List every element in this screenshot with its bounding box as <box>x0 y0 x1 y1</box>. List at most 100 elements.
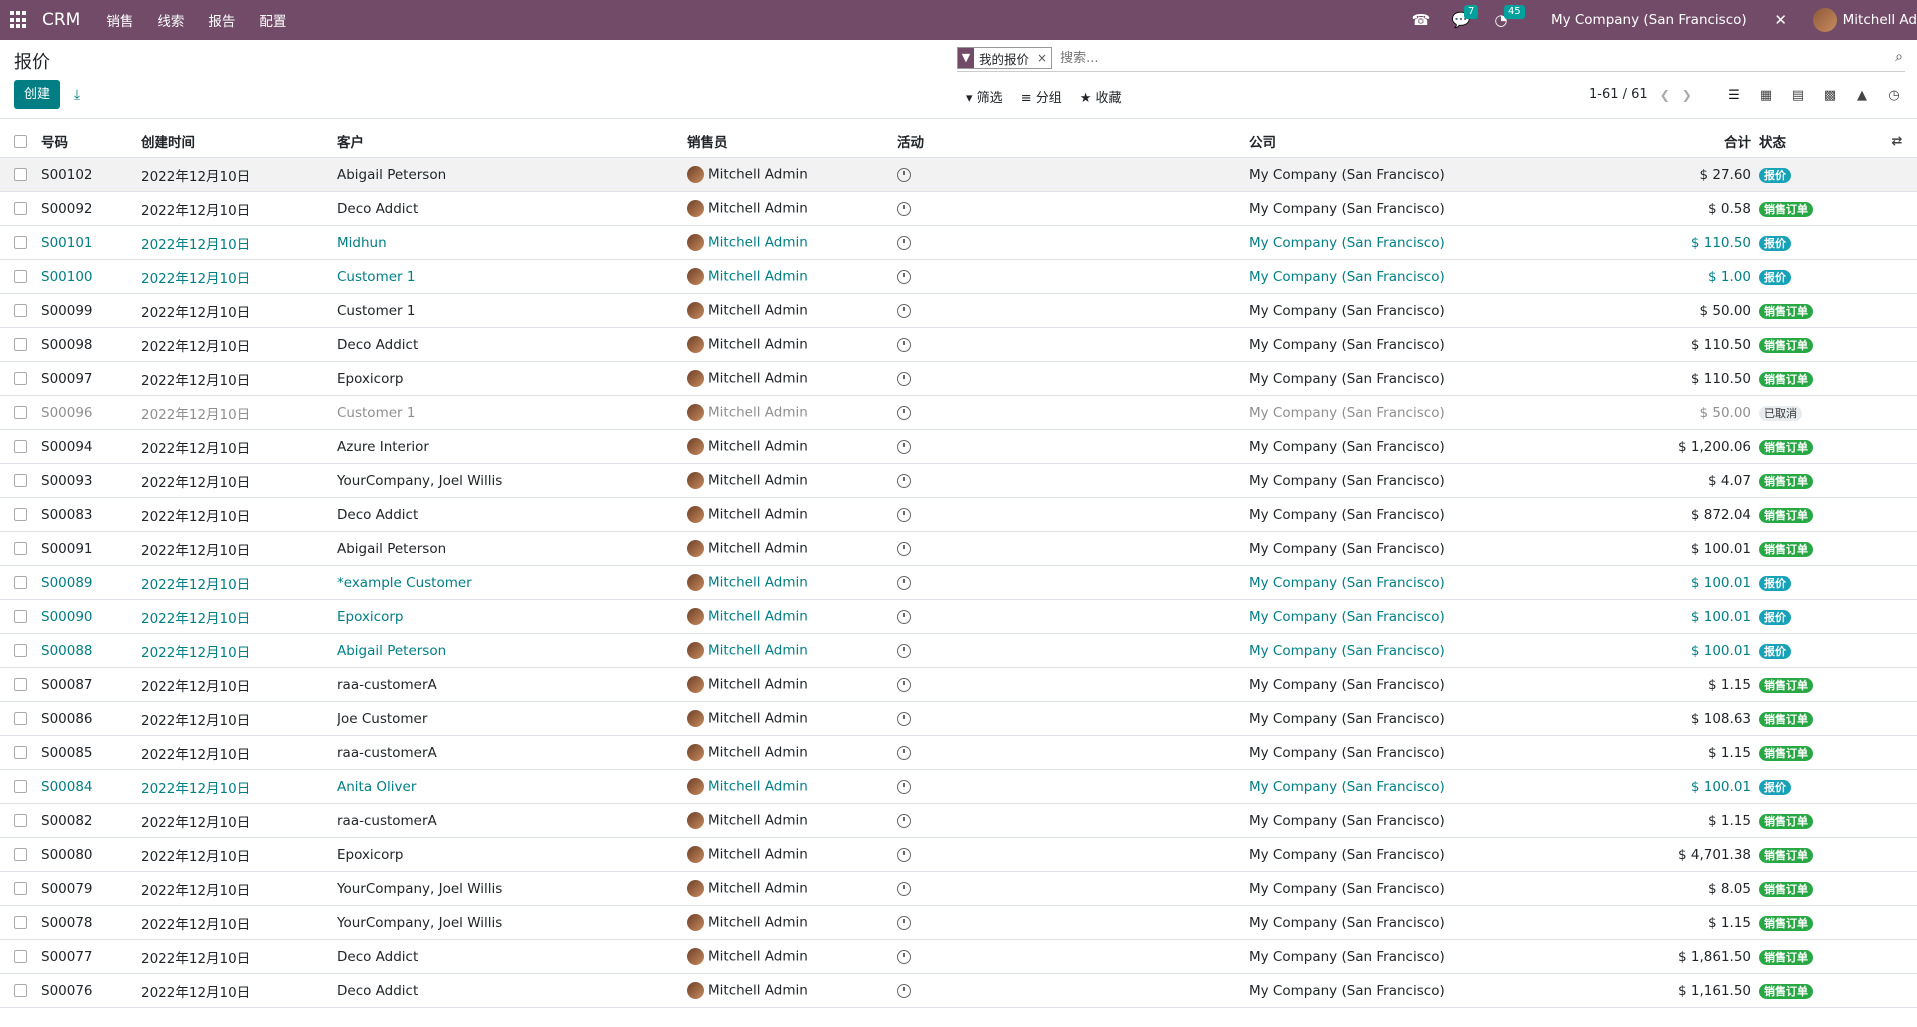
table-row[interactable]: S00097 2022年12月10日 Epoxicorp Mitchell Admin… <box>0 361 1917 396</box>
row-checkbox[interactable] <box>14 338 27 351</box>
table-row[interactable]: S00077 2022年12月10日 Deco Addict Mitchell Adm… <box>0 939 1917 974</box>
activity-clock-icon[interactable] <box>897 269 911 284</box>
header-company[interactable]: 公司 <box>1249 125 1659 158</box>
table-row[interactable]: S00098 2022年12月10日 Deco Addict Mitchell Adm… <box>0 327 1917 362</box>
activity-view-icon[interactable]: ◷ <box>1878 84 1910 108</box>
header-customer[interactable]: 客户 <box>337 125 687 158</box>
header-number[interactable]: 号码 <box>41 125 141 158</box>
create-button[interactable]: 创建 <box>14 80 61 109</box>
table-row[interactable]: S00088 2022年12月10日 Abigail Peterson Mitchel… <box>0 633 1917 668</box>
header-status[interactable]: 状态 <box>1759 125 1877 158</box>
row-checkbox[interactable] <box>14 304 27 317</box>
group-by-button[interactable]: ≡ 分组 <box>1021 87 1062 106</box>
activity-clock-icon[interactable] <box>897 201 911 216</box>
row-checkbox[interactable] <box>14 406 27 419</box>
row-checkbox[interactable] <box>14 440 27 453</box>
activity-clock-icon[interactable] <box>897 541 911 556</box>
row-checkbox[interactable] <box>14 542 27 555</box>
row-checkbox[interactable] <box>14 950 27 963</box>
activity-clock-icon[interactable] <box>897 609 911 624</box>
activity-clock-icon[interactable] <box>897 813 911 828</box>
row-checkbox[interactable] <box>14 270 27 283</box>
phone-icon[interactable]: ☎ <box>1411 11 1431 29</box>
calendar-view-icon[interactable]: ▤ <box>1782 84 1814 108</box>
header-salesperson[interactable]: 销售员 <box>687 125 897 158</box>
apps-menu-icon[interactable] <box>10 11 28 29</box>
row-checkbox[interactable] <box>14 882 27 895</box>
activity-clock-icon[interactable] <box>897 235 911 250</box>
row-checkbox[interactable] <box>14 712 27 725</box>
activity-clock-icon[interactable] <box>897 507 911 522</box>
menu-leads[interactable]: 线索 <box>157 10 184 30</box>
activity-clock-icon[interactable] <box>897 303 911 318</box>
activity-clock-icon[interactable] <box>897 881 911 896</box>
row-checkbox[interactable] <box>14 848 27 861</box>
menu-config[interactable]: 配置 <box>259 10 286 30</box>
row-checkbox[interactable] <box>14 202 27 215</box>
activities-icon[interactable]: ◔ 45 <box>1491 5 1525 29</box>
activity-clock-icon[interactable] <box>897 711 911 726</box>
activity-clock-icon[interactable] <box>897 643 911 658</box>
activity-clock-icon[interactable] <box>897 677 911 692</box>
optional-columns-icon[interactable]: ⇄ <box>1877 125 1917 158</box>
row-checkbox[interactable] <box>14 678 27 691</box>
debug-tools-icon[interactable]: ✕ <box>1771 11 1791 29</box>
row-checkbox[interactable] <box>14 984 27 997</box>
table-row[interactable]: S00092 2022年12月10日 Deco Addict Mitchell Adm… <box>0 191 1917 226</box>
activity-clock-icon[interactable] <box>897 337 911 352</box>
activity-clock-icon[interactable] <box>897 779 911 794</box>
table-row[interactable]: S00091 2022年12月10日 Abigail Peterson Mitchel… <box>0 531 1917 566</box>
activity-clock-icon[interactable] <box>897 915 911 930</box>
table-row[interactable]: S00100 2022年12月10日 Customer 1 Mitchell Admi… <box>0 259 1917 294</box>
row-checkbox[interactable] <box>14 236 27 249</box>
activity-clock-icon[interactable] <box>897 983 911 998</box>
table-row[interactable]: S00080 2022年12月10日 Epoxicorp Mitchell Admin… <box>0 837 1917 872</box>
activity-clock-icon[interactable] <box>897 745 911 760</box>
user-avatar[interactable] <box>1812 8 1837 32</box>
download-icon[interactable]: ⤓ <box>66 84 88 106</box>
row-checkbox[interactable] <box>14 780 27 793</box>
pager-next-icon[interactable]: ❯ <box>1682 88 1692 102</box>
list-view-icon[interactable]: ☰ <box>1718 84 1750 108</box>
row-checkbox[interactable] <box>14 474 27 487</box>
table-row[interactable]: S00096 2022年12月10日 Customer 1 Mitchell Admi… <box>0 395 1917 430</box>
activity-clock-icon[interactable] <box>897 439 911 454</box>
filter-button[interactable]: ▾ 筛选 <box>966 87 1003 106</box>
facet-remove-icon[interactable]: × <box>1033 51 1051 65</box>
search-icon[interactable]: ⌕ <box>1895 49 1903 65</box>
table-row[interactable]: S00078 2022年12月10日 YourCompany, Joel Willi… <box>0 905 1917 940</box>
header-created[interactable]: 创建时间 <box>141 125 337 158</box>
table-row[interactable]: S00102 2022年12月10日 Abigail Peterson Mitchel… <box>0 157 1917 192</box>
row-checkbox[interactable] <box>14 916 27 929</box>
activity-clock-icon[interactable] <box>897 949 911 964</box>
messages-icon[interactable]: 💬 7 <box>1451 5 1479 29</box>
row-checkbox[interactable] <box>14 372 27 385</box>
table-row[interactable]: S00083 2022年12月10日 Deco Addict Mitchell Adm… <box>0 497 1917 532</box>
activity-clock-icon[interactable] <box>897 167 911 182</box>
favorites-button[interactable]: ★ 收藏 <box>1080 87 1122 106</box>
row-checkbox[interactable] <box>14 644 27 657</box>
table-row[interactable]: S00082 2022年12月10日 raa-customerA Mitchell A… <box>0 803 1917 838</box>
activity-clock-icon[interactable] <box>897 405 911 420</box>
table-row[interactable]: S00101 2022年12月10日 Midhun Mitchell Admin My … <box>0 225 1917 260</box>
pager-value[interactable]: 1-61 / 61 <box>1589 87 1648 102</box>
activity-clock-icon[interactable] <box>897 371 911 386</box>
company-switcher[interactable]: My Company (San Francisco) <box>1551 12 1747 28</box>
pager-previous-icon[interactable]: ❮ <box>1660 88 1670 102</box>
activity-clock-icon[interactable] <box>897 575 911 590</box>
search-input[interactable] <box>1058 49 1863 67</box>
table-row[interactable]: S00087 2022年12月10日 raa-customerA Mitchell A… <box>0 667 1917 702</box>
row-checkbox[interactable] <box>14 814 27 827</box>
row-checkbox[interactable] <box>14 508 27 521</box>
header-total[interactable]: 合计 <box>1659 125 1759 158</box>
menu-reports[interactable]: 报告 <box>208 10 235 30</box>
table-row[interactable]: S00076 2022年12月10日 Deco Addict Mitchell Adm… <box>0 973 1917 1008</box>
row-checkbox[interactable] <box>14 576 27 589</box>
row-checkbox[interactable] <box>14 746 27 759</box>
table-row[interactable]: S00093 2022年12月10日 YourCompany, Joel Willi… <box>0 463 1917 498</box>
table-row[interactable]: S00094 2022年12月10日 Azure Interior Mitchell … <box>0 429 1917 464</box>
table-row[interactable]: S00089 2022年12月10日 *example Customer Mitche… <box>0 565 1917 600</box>
row-checkbox[interactable] <box>14 610 27 623</box>
activity-clock-icon[interactable] <box>897 473 911 488</box>
app-brand[interactable]: CRM <box>42 10 80 30</box>
